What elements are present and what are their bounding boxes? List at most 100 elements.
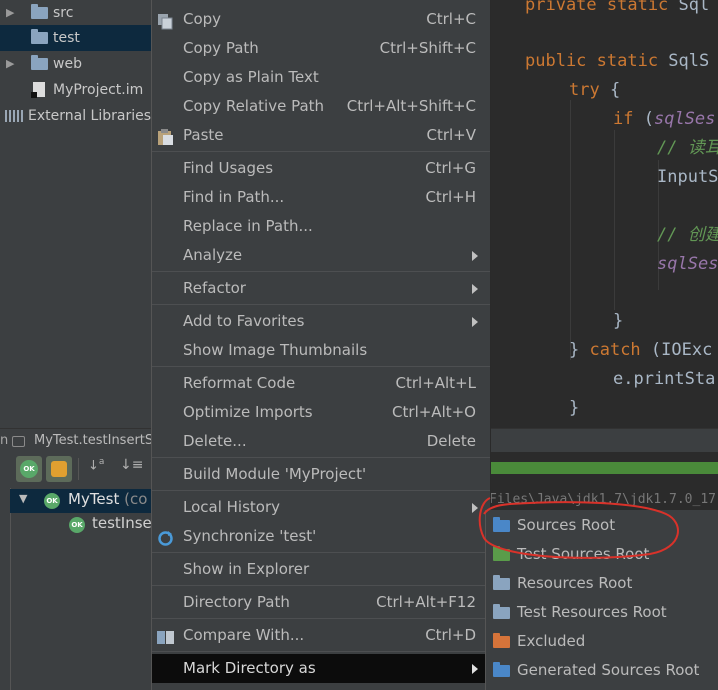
- run-config-icon: [12, 436, 25, 447]
- menu-separator: [152, 490, 490, 491]
- tree-item-label: src: [53, 0, 73, 26]
- libraries-icon: [5, 110, 23, 122]
- submenu-arrow-icon: [472, 317, 478, 327]
- menu-item-refactor[interactable]: Refactor: [152, 274, 490, 303]
- menu-item-build-module[interactable]: Build Module 'MyProject': [152, 460, 490, 489]
- test-tree-label: testInse: [92, 514, 152, 532]
- annotation-circle: [470, 492, 688, 570]
- menu-item-label: Show in Explorer: [183, 555, 309, 584]
- menu-item-mark-directory-as[interactable]: Mark Directory as: [152, 654, 490, 683]
- collapse-arrow-icon[interactable]: ▼: [19, 492, 27, 505]
- menu-item-label: Find in Path...: [183, 183, 284, 212]
- test-resources-folder-icon: [493, 607, 510, 619]
- menu-separator: [152, 271, 490, 272]
- paste-icon: [157, 127, 174, 144]
- menu-item-add-to-favorites[interactable]: Add to Favorites: [152, 307, 490, 336]
- menu-item-shortcut: Ctrl+H: [425, 183, 476, 212]
- expand-arrow-icon[interactable]: ▶: [6, 51, 14, 77]
- code-line: if (sqlSes: [613, 107, 715, 131]
- menu-item-analyze[interactable]: Analyze: [152, 241, 490, 270]
- compare-icon: [157, 627, 174, 644]
- menu-item-delete[interactable]: Delete... Delete: [152, 427, 490, 456]
- sort-by-duration-icon[interactable]: ↓≡: [120, 457, 143, 473]
- menu-item-label: Paste: [183, 121, 224, 150]
- code-line: sqlSes: [657, 252, 718, 276]
- submenu-item-label: Excluded: [517, 627, 585, 656]
- folder-icon: [31, 7, 48, 19]
- menu-item-local-history[interactable]: Local History: [152, 493, 490, 522]
- menu-item-show-image-thumbnails[interactable]: Show Image Thumbnails: [152, 336, 490, 365]
- run-panel: OK ↓a ↓≡ ▼ OK MyTest (co OK testInse: [0, 452, 152, 690]
- test-tree-item-testinsert[interactable]: OK testInse: [10, 513, 152, 537]
- menu-item-paste[interactable]: Paste Ctrl+V: [152, 121, 490, 150]
- menu-item-reformat-code[interactable]: Reformat Code Ctrl+Alt+L: [152, 369, 490, 398]
- submenu-item-generated-sources-root[interactable]: Generated Sources Root: [486, 656, 718, 685]
- code-editor[interactable]: private static Sql public static SqlS tr…: [489, 0, 718, 428]
- menu-item-label: Find Usages: [183, 154, 273, 183]
- menu-item-label: Directory Path: [183, 588, 290, 617]
- menu-item-label: Mark Directory as: [183, 654, 316, 683]
- menu-item-label: Add to Favorites: [183, 307, 304, 336]
- toolbar-divider: [78, 458, 79, 480]
- tree-item-web[interactable]: ▶ web: [0, 51, 152, 77]
- menu-item-copy-path[interactable]: Copy Path Ctrl+Shift+C: [152, 34, 490, 63]
- tree-item-external-libraries[interactable]: External Libraries: [0, 103, 152, 129]
- menu-item-compare-with[interactable]: Compare With... Ctrl+D: [152, 621, 490, 650]
- synchronize-icon: [157, 528, 174, 545]
- tree-item-src[interactable]: ▶ src: [0, 0, 152, 26]
- menu-item-label: Local History: [183, 493, 280, 522]
- submenu-arrow-icon: [472, 251, 478, 261]
- menu-item-label: Copy Path: [183, 34, 259, 63]
- excluded-folder-icon: [493, 636, 510, 648]
- menu-item-label: Copy Relative Path: [183, 92, 324, 121]
- show-passed-toggle[interactable]: OK: [16, 456, 42, 482]
- submenu-item-resources-root[interactable]: Resources Root: [486, 569, 718, 598]
- ignored-tests-icon: [51, 461, 67, 477]
- code-line: e.printSta: [613, 367, 715, 391]
- tree-item-module-file[interactable]: MyProject.im: [0, 77, 152, 103]
- submenu-item-label: Generated Sources Root: [517, 656, 699, 685]
- menu-item-optimize-imports[interactable]: Optimize Imports Ctrl+Alt+O: [152, 398, 490, 427]
- sort-alphabetically-icon[interactable]: ↓a: [88, 457, 104, 473]
- run-tab-label[interactable]: MyTest.testInsertS: [34, 429, 153, 453]
- menu-item-shortcut: Ctrl+D: [425, 621, 476, 650]
- test-progress-bar: [489, 462, 718, 474]
- expand-arrow-icon[interactable]: ▶: [6, 0, 14, 26]
- menu-item-label: Compare With...: [183, 621, 304, 650]
- context-menu: Copy Ctrl+C Copy Path Ctrl+Shift+C Copy …: [151, 0, 491, 690]
- menu-item-label: Build Module 'MyProject': [183, 460, 366, 489]
- menu-item-copy[interactable]: Copy Ctrl+C: [152, 5, 490, 34]
- code-line: try {: [569, 78, 620, 102]
- menu-item-replace-in-path[interactable]: Replace in Path...: [152, 212, 490, 241]
- menu-item-directory-path[interactable]: Directory Path Ctrl+Alt+F12: [152, 588, 490, 617]
- menu-item-copy-plain-text[interactable]: Copy as Plain Text: [152, 63, 490, 92]
- menu-item-find-usages[interactable]: Find Usages Ctrl+G: [152, 154, 490, 183]
- resources-folder-icon: [493, 578, 510, 590]
- menu-item-label: Refactor: [183, 274, 246, 303]
- menu-item-copy-relative-path[interactable]: Copy Relative Path Ctrl+Alt+Shift+C: [152, 92, 490, 121]
- indent-guide: [570, 100, 571, 360]
- run-tab-bar-extension: [489, 428, 718, 453]
- menu-item-label: Show Image Thumbnails: [183, 336, 367, 365]
- menu-item-shortcut: Ctrl+V: [426, 121, 476, 150]
- folder-icon: [31, 32, 48, 44]
- tree-item-test[interactable]: test: [0, 25, 152, 51]
- tree-item-label: External Libraries: [28, 103, 151, 129]
- menu-item-label: Optimize Imports: [183, 398, 313, 427]
- menu-item-label: Synchronize 'test': [183, 522, 316, 551]
- menu-item-shortcut: Ctrl+Shift+C: [380, 34, 476, 63]
- code-line: }: [613, 309, 623, 333]
- menu-item-synchronize[interactable]: Synchronize 'test': [152, 522, 490, 551]
- submenu-arrow-icon: [472, 664, 478, 674]
- code-line: public static SqlS: [525, 49, 709, 73]
- show-ignored-toggle[interactable]: [46, 456, 72, 482]
- submenu-item-test-resources-root[interactable]: Test Resources Root: [486, 598, 718, 627]
- test-tree-item-mytest[interactable]: ▼ OK MyTest (co: [10, 489, 152, 513]
- menu-item-find-in-path[interactable]: Find in Path... Ctrl+H: [152, 183, 490, 212]
- run-tab-prefix: n: [0, 429, 8, 453]
- menu-separator: [152, 651, 490, 652]
- submenu-item-label: Test Resources Root: [517, 598, 667, 627]
- tree-item-label: MyProject.im: [53, 77, 143, 103]
- submenu-item-excluded[interactable]: Excluded: [486, 627, 718, 656]
- menu-item-show-in-explorer[interactable]: Show in Explorer: [152, 555, 490, 584]
